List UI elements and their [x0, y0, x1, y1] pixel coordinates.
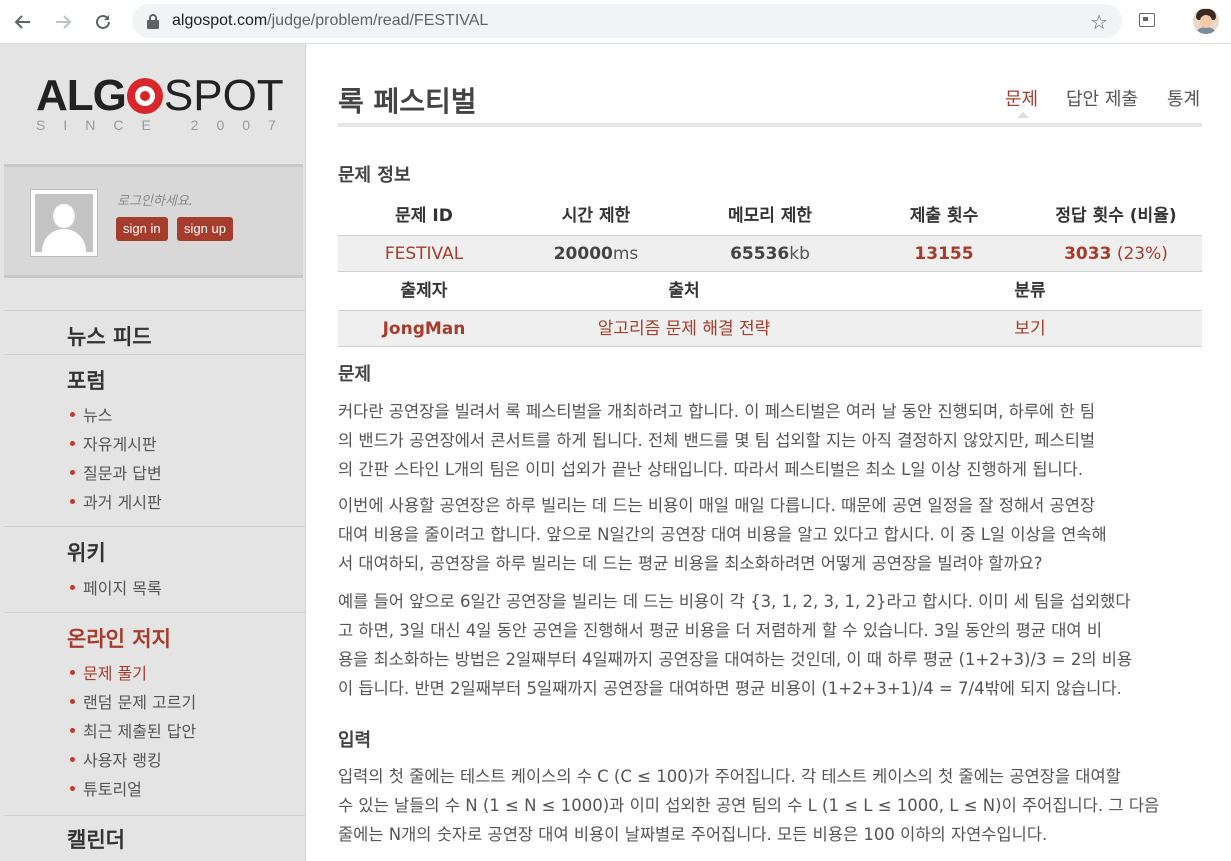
header-memory-limit: 메모리 제한 [727, 206, 813, 226]
menu-item-qna[interactable]: 질문과 답변 [70, 460, 162, 484]
info-value-row-2: JongMan 알고리즘 문제 해결 전략 보기 [338, 310, 1202, 347]
source-link[interactable]: 알고리즘 문제 해결 전략 [510, 311, 858, 348]
header-time-limit: 시간 제한 [561, 206, 631, 226]
header-source: 출처 [668, 281, 700, 301]
logo-text-a: ALG [36, 71, 127, 120]
text-line: 이번에 사용할 공연장은 하루 빌리는 데 드는 비용이 매일 매일 다릅니다.… [338, 496, 1096, 515]
info-header-row-1: 문제 ID 시간 제한 메모리 제한 제출 횟수 정답 횟수 (비율) [338, 198, 1202, 235]
author-link[interactable]: JongMan [338, 311, 510, 348]
menu-item-random-problem[interactable]: 랜덤 문제 고르기 [70, 689, 196, 713]
problem-id-value: FESTIVAL [384, 244, 464, 264]
tab-active-indicator [1017, 112, 1029, 118]
text-line: 입력의 첫 줄에는 테스트 케이스의 수 C (C ≤ 100)가 주어집니다.… [338, 767, 1121, 786]
menu-title-wiki[interactable]: 위키 [67, 537, 106, 567]
menu-title-calendar[interactable]: 캘린더 [67, 824, 125, 854]
logo-text-b: SPOT [163, 71, 284, 120]
menu-forum: 포럼 뉴스 자유게시판 질문과 답변 과거 게시판 [4, 354, 306, 526]
header-author: 출제자 [400, 281, 448, 301]
header-problem-id: 문제 ID [395, 206, 453, 226]
problem-paragraph-1: 커다란 공연장을 빌려서 록 페스티벌을 개최하려고 합니다. 이 페스티벌은 … [338, 397, 1204, 484]
menu-item-free-board[interactable]: 자유게시판 [70, 431, 157, 455]
site-logo[interactable]: ALG SPOT [36, 74, 284, 118]
text-line: 용을 최소화하는 방법은 2일째부터 4일째까지 공연장을 대여하는 것인데, … [338, 650, 1133, 669]
text-line: 커다란 공연장을 빌려서 록 페스티벌을 개최하려고 합니다. 이 페스티벌은 … [338, 402, 1096, 421]
menu-item-news[interactable]: 뉴스 [70, 402, 112, 426]
header-accepted: 정답 횟수 (비율) [1055, 206, 1177, 226]
main-content: 록 페스티벌 문제 답안 제출 통계 문제 정보 문제 ID 시간 제한 메모리… [307, 44, 1231, 861]
text-line: 예를 들어 앞으로 6일간 공연장을 빌리는 데 드는 비용이 각 {3, 1,… [338, 592, 1131, 611]
memory-limit-number: 65536 [730, 244, 790, 264]
text-line: 이 듭니다. 반면 2일째부터 5일째까지 공연장을 대여하면 평균 비용이 (… [338, 679, 1122, 698]
text-line: 대여 비용을 줄이려고 합니다. 앞으로 N일간의 공연장 대여 비용을 알고 … [338, 525, 1107, 544]
page-title: 록 페스티벌 [338, 85, 477, 118]
reload-button[interactable] [90, 9, 116, 35]
title-divider [338, 123, 1202, 127]
login-hint: 로그인하세요. [117, 194, 193, 209]
text-line: 의 밴드가 공연장에서 콘서트를 하게 됩니다. 전체 밴드를 몇 팀 섭외할 … [338, 431, 1096, 450]
problem-paragraph-3: 예를 들어 앞으로 6일간 공연장을 빌리는 데 드는 비용이 각 {3, 1,… [338, 587, 1204, 703]
url-text: algospot.com/judge/problem/read/FESTIVAL [172, 12, 488, 30]
input-heading: 입력 [338, 730, 372, 751]
tab-submit[interactable]: 답안 제출 [1066, 85, 1138, 111]
target-logo-icon [126, 78, 163, 114]
sign-in-button[interactable]: sign in [116, 217, 168, 241]
bookmark-star-icon[interactable]: ☆ [1090, 10, 1108, 34]
category-link[interactable]: 보기 [858, 311, 1202, 348]
problem-paragraph-2: 이번에 사용할 공연장은 하루 빌리는 데 드는 비용이 매일 매일 다릅니다.… [338, 491, 1204, 578]
info-value-row-1: FESTIVAL 20000ms 65536kb 13155 3033 (23%… [338, 235, 1202, 272]
menu-item-old-board[interactable]: 과거 게시판 [70, 489, 162, 513]
menu-item-page-list[interactable]: 페이지 목록 [70, 575, 162, 599]
menu-title-news-feed[interactable]: 뉴스 피드 [67, 321, 152, 351]
arrow-right-icon [56, 15, 72, 29]
url-path: /judge/problem/read/FESTIVAL [267, 12, 489, 29]
header-category: 분류 [1014, 281, 1046, 301]
address-bar[interactable]: algospot.com/judge/problem/read/FESTIVAL… [132, 4, 1122, 38]
info-heading: 문제 정보 [338, 165, 411, 186]
sidebar: ALG SPOT SINCE 2007 로그인하세요. sign in sign … [0, 44, 306, 861]
menu-calendar: 캘린더 [4, 815, 306, 861]
time-limit-number: 20000 [553, 244, 613, 264]
menu-title-online-judge[interactable]: 온라인 저지 [67, 623, 171, 653]
text-line: 수 있는 날들의 수 N (1 ≤ N ≤ 1000)과 이미 섭외한 공연 팀… [338, 796, 1160, 815]
logo-since: SINCE 2007 [36, 117, 294, 133]
accepted-ratio: (23%) [1116, 244, 1168, 264]
text-line: 서 대여하되, 공연장을 하루 빌리는 데 드는 평균 비용을 최소화하려면 어… [338, 554, 1043, 573]
memory-limit-value: 65536kb [682, 236, 858, 273]
text-line: 줄에는 N개의 숫자로 공연장 대여 비용이 날짜별로 주어집니다. 모든 비용… [338, 825, 1048, 844]
reload-icon [96, 14, 110, 29]
menu-item-user-ranking[interactable]: 사용자 랭킹 [70, 747, 162, 771]
menu-item-solve-problems[interactable]: 문제 풀기 [70, 660, 147, 684]
menu-item-tutorial[interactable]: 튜토리얼 [70, 776, 142, 800]
info-header-row-2: 출제자 출처 분류 [338, 273, 1202, 310]
menu-title-forum[interactable]: 포럼 [67, 365, 106, 395]
submissions-value: 13155 [914, 244, 974, 264]
menu-online-judge: 온라인 저지 문제 풀기 랜덤 문제 고르기 최근 제출된 답안 사용자 랭킹 … [4, 612, 306, 815]
login-box: 로그인하세요. sign in sign up [4, 164, 303, 278]
profile-avatar[interactable] [1193, 8, 1219, 34]
text-line: 의 간판 스타인 L개의 팀은 이미 섭외가 끝난 상태입니다. 따라서 페스티… [338, 460, 1084, 479]
input-paragraph: 입력의 첫 줄에는 테스트 케이스의 수 C (C ≤ 100)가 주어집니다.… [338, 762, 1204, 849]
menu-wiki: 위키 페이지 목록 [4, 526, 306, 612]
tab-stats[interactable]: 통계 [1167, 85, 1200, 111]
cast-icon[interactable] [1139, 13, 1155, 27]
lock-icon [147, 14, 159, 29]
accepted-number: 3033 [1064, 244, 1112, 264]
url-host: algospot.com [172, 12, 268, 29]
forward-button[interactable] [50, 9, 76, 35]
accepted-value: 3033 (23%) [1030, 236, 1202, 273]
memory-limit-unit: kb [789, 244, 810, 264]
text-line: 고 하면, 3일 대신 4일 동안 공연을 진행해서 평균 비용을 더 저렴하게… [338, 621, 1103, 640]
time-limit-unit: ms [612, 244, 639, 264]
header-submissions: 제출 횟수 [909, 206, 979, 226]
time-limit-value: 20000ms [510, 236, 682, 273]
problem-heading: 문제 [338, 364, 372, 385]
back-button[interactable] [10, 9, 36, 35]
avatar-placeholder-icon [30, 189, 98, 257]
menu-news-feed: 뉴스 피드 [4, 310, 306, 354]
sign-up-button[interactable]: sign up [177, 217, 233, 241]
arrow-left-icon [14, 15, 30, 29]
browser-toolbar: algospot.com/judge/problem/read/FESTIVAL… [0, 0, 1231, 44]
tab-problem[interactable]: 문제 [1005, 85, 1038, 111]
menu-item-recent-submissions[interactable]: 최근 제출된 답안 [70, 718, 196, 742]
